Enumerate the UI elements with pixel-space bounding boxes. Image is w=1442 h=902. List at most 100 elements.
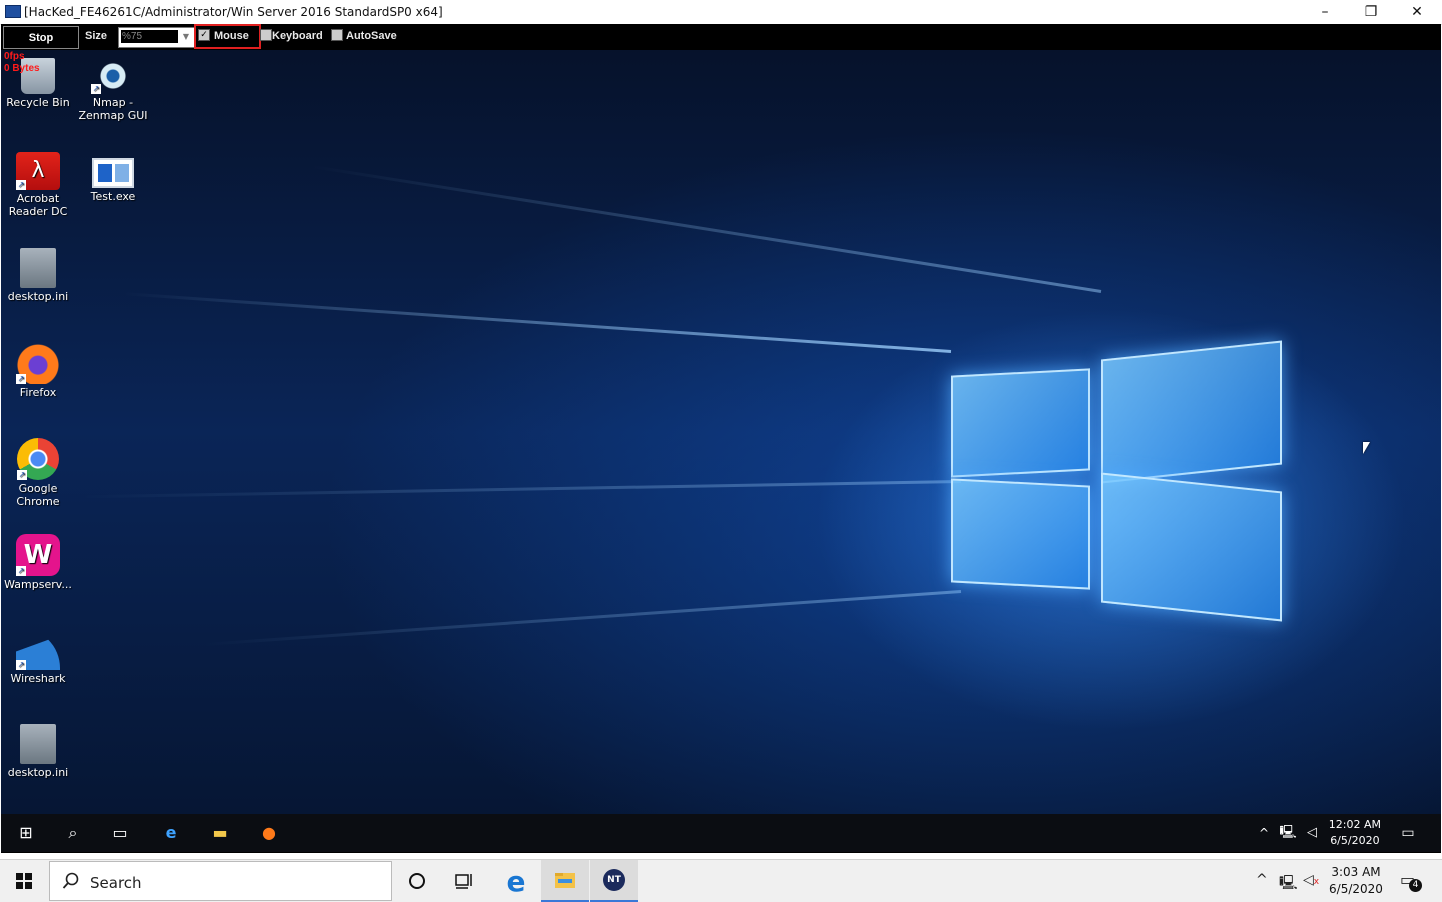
desktop-icon-label: desktop.ini (7, 290, 69, 303)
desktop-icon-wireshark[interactable]: ↗ Wireshark (2, 628, 74, 685)
settings-file-icon (20, 724, 56, 764)
taskbar-edge[interactable]: e (492, 860, 540, 902)
notification-count-badge: 4 (1409, 879, 1422, 892)
wallpaper-beam (310, 164, 1102, 293)
mouse-checkbox[interactable]: ✓ (198, 29, 210, 41)
desktop-icon-label: Test.exe (90, 190, 136, 203)
keyboard-checkbox[interactable] (260, 29, 272, 41)
remote-firefox-icon[interactable]: ● (258, 822, 280, 844)
taskbar-file-explorer[interactable] (541, 860, 589, 902)
nmap-eye-icon: ↗ (91, 58, 135, 94)
clock-time: 3:03 AM (1331, 865, 1381, 879)
chevron-down-icon[interactable]: ▼ (179, 29, 193, 44)
desktop-icon-label: Recycle Bin (6, 96, 70, 109)
exe-window-icon (92, 158, 134, 188)
desktop-icon-acrobat[interactable]: λ ↗ Acrobat Reader DC (2, 152, 74, 218)
window-title: [HacKed_FE46261C/Administrator/Win Serve… (24, 5, 443, 19)
windows-logo-icon (16, 873, 32, 889)
wallpaper-beam (81, 480, 962, 499)
search-placeholder: Search (90, 874, 142, 892)
remote-desktop-app-icon (5, 5, 21, 18)
wallpaper-beam (202, 590, 962, 647)
remote-tray-chevron-icon[interactable]: ^ (1253, 822, 1275, 844)
desktop-icon-label: Wireshark (10, 672, 66, 685)
keyboard-label: Keyboard (272, 30, 323, 42)
desktop-icon-test-exe[interactable]: Test.exe (77, 152, 149, 203)
minimize-button[interactable]: – (1302, 0, 1348, 24)
remote-date: 6/5/2020 (1330, 834, 1380, 847)
desktop-icon-desktop-ini-2[interactable]: desktop.ini (2, 724, 74, 779)
remote-desktop-wallpaper[interactable]: Recycle Bin ↗ Nmap - Zenmap GUI λ ↗ Acrob… (1, 50, 1441, 814)
desktop-icon-desktop-ini[interactable]: desktop.ini (2, 248, 74, 303)
desktop-icon-label: Acrobat Reader DC (8, 192, 68, 218)
remote-time: 12:02 AM (1328, 818, 1381, 831)
windows-logo-pane (951, 478, 1090, 590)
size-label: Size (85, 30, 108, 42)
task-view-button[interactable] (441, 860, 489, 902)
shortcut-arrow-icon: ↗ (16, 180, 26, 190)
close-button[interactable]: ✕ (1394, 0, 1440, 24)
window-titlebar: [HacKed_FE46261C/Administrator/Win Serve… (0, 0, 1442, 25)
desktop-icon-chrome[interactable]: ↗ Google Chrome (2, 438, 74, 508)
firefox-icon: ↗ (16, 342, 60, 384)
stop-button[interactable]: Stop (3, 26, 79, 49)
bytes-readout: 0 Bytes (4, 63, 40, 74)
shortcut-arrow-icon: ↗ (91, 84, 101, 94)
search-icon (62, 872, 79, 889)
windows-logo-pane (1101, 472, 1282, 622)
desktop-icon-label: Firefox (19, 386, 57, 399)
maximize-button[interactable]: ❐ (1348, 0, 1394, 24)
wallpaper-beam (122, 292, 952, 353)
wireshark-fin-icon: ↗ (16, 628, 60, 670)
remote-file-explorer-icon[interactable]: ▬ (209, 822, 231, 844)
volume-muted-icon[interactable]: ◁x (1303, 872, 1319, 888)
size-select[interactable]: %75 ▼ (118, 27, 195, 48)
remote-volume-muted-icon[interactable]: ◁ (1301, 822, 1323, 844)
desktop-icon-label: Google Chrome (16, 482, 60, 508)
remote-network-icon[interactable]: 🖳 (1277, 822, 1299, 844)
desktop-icon-firefox[interactable]: ↗ Firefox (2, 342, 74, 399)
desktop-icon-label: Wampserv... (4, 578, 72, 591)
remote-action-center-icon[interactable]: ▭ (1397, 822, 1419, 844)
file-explorer-icon (555, 873, 575, 888)
local-taskbar: Search e NT ^ 🖳 ◁x 3:03 AM 6/5/2020 ▭ 4 (0, 859, 1442, 902)
remote-viewer-app-icon: NT (603, 869, 625, 891)
cortana-circle-icon (409, 873, 425, 889)
taskbar-search[interactable]: Search (49, 861, 392, 901)
taskbar-clock[interactable]: 3:03 AM 6/5/2020 (1327, 864, 1385, 898)
edge-icon: e (506, 864, 526, 898)
stream-stats: 0fps 0 Bytes (4, 51, 40, 75)
acrobat-icon: λ ↗ (16, 152, 60, 190)
cortana-button[interactable] (393, 860, 441, 902)
remote-start-icon[interactable]: ⊞ (15, 822, 37, 844)
autosave-checkbox[interactable] (331, 29, 343, 41)
remote-clock[interactable]: 12:02 AM 6/5/2020 (1329, 817, 1381, 849)
desktop-icon-nmap[interactable]: ↗ Nmap - Zenmap GUI (77, 58, 149, 122)
viewer-toolbar: Stop Size %75 ▼ ✓ Mouse Keyboard AutoSav… (1, 24, 1441, 50)
tray-chevron-icon[interactable]: ^ (1256, 872, 1268, 888)
remote-search-icon[interactable]: ⌕ (62, 822, 84, 844)
remote-taskbar: ⊞ ⌕ ▭ e ▬ ● ^ 🖳 ◁ 12:02 AM 6/5/2020 ▭ (1, 814, 1441, 852)
shortcut-arrow-icon: ↗ (16, 374, 26, 384)
autosave-label: AutoSave (346, 30, 397, 42)
remote-ie-icon[interactable]: e (160, 822, 182, 844)
mouse-label: Mouse (214, 30, 249, 42)
action-center-button[interactable]: ▭ 4 (1400, 870, 1422, 892)
wamp-icon: W ↗ (16, 534, 60, 576)
start-button[interactable] (0, 860, 48, 902)
remote-desktop-viewer[interactable]: Stop Size %75 ▼ ✓ Mouse Keyboard AutoSav… (1, 24, 1441, 853)
taskbar-remote-viewer[interactable]: NT (590, 860, 638, 902)
clock-date: 6/5/2020 (1329, 882, 1383, 896)
size-value: %75 (121, 30, 178, 43)
network-icon[interactable]: 🖳 (1279, 872, 1298, 896)
task-view-icon (455, 874, 472, 889)
desktop-icon-wampserver[interactable]: W ↗ Wampserv... (2, 534, 74, 591)
shortcut-arrow-icon: ↗ (16, 660, 26, 670)
windows-logo-pane (1101, 340, 1282, 484)
chrome-icon: ↗ (17, 438, 59, 480)
desktop-icon-label: Nmap - Zenmap GUI (78, 96, 148, 122)
remote-task-view-icon[interactable]: ▭ (109, 822, 131, 844)
desktop-icon-label: desktop.ini (7, 766, 69, 779)
settings-file-icon (20, 248, 56, 288)
shortcut-arrow-icon: ↗ (17, 470, 27, 480)
